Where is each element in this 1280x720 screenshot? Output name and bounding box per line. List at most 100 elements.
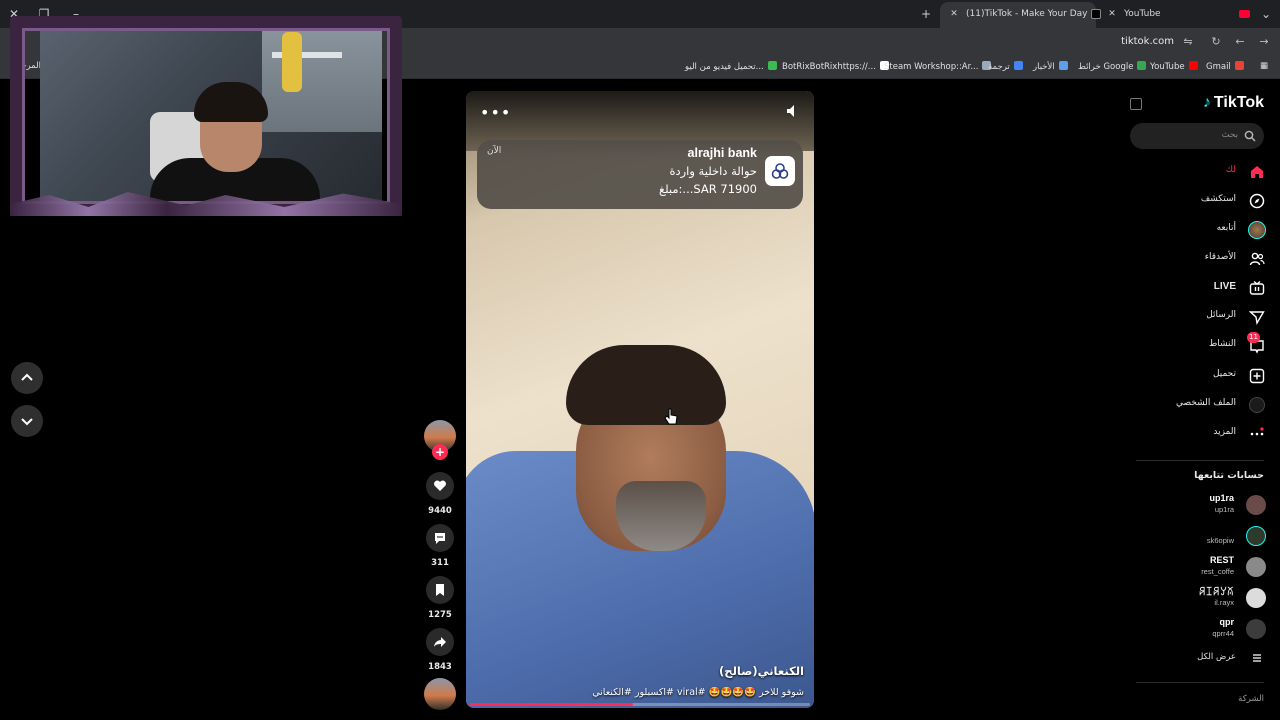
nav-live[interactable]: LIVE — [1116, 277, 1266, 299]
bookmark-item[interactable]: Steam Workshop::Ar... — [884, 61, 992, 72]
nav-label: أتابعه — [1216, 223, 1236, 233]
comment-button[interactable] — [426, 524, 454, 552]
notification-title: حوالة داخلية واردة — [669, 164, 757, 178]
video-progress-bar[interactable] — [470, 703, 810, 706]
nav-upload[interactable]: تحميل — [1116, 365, 1266, 387]
see-all-label: عرض الكل — [1197, 652, 1236, 662]
save-count: 1275 — [428, 610, 452, 620]
youtube-icon — [1188, 61, 1198, 70]
webcam-overlay — [10, 16, 402, 216]
following-account[interactable]: sk6opiw — [1126, 523, 1266, 549]
bookmark-item[interactable]: Gmail — [1206, 61, 1244, 72]
save-button[interactable] — [426, 576, 454, 604]
nav-label: الأصدقاء — [1204, 252, 1236, 262]
screen: ✕ ❐ – + ✕ (11)TikTok - Make Your Day ✕ You… — [0, 0, 1280, 720]
video-author[interactable]: الكنعاني(صالح) — [719, 664, 804, 678]
bookmark-item[interactable]: خرائط Google — [1078, 61, 1147, 72]
nav-label: LIVE — [1213, 281, 1236, 292]
like-button[interactable] — [426, 472, 454, 500]
nav-following[interactable]: أتابعه — [1116, 219, 1266, 241]
avatar — [1246, 619, 1266, 639]
nav-for-you[interactable]: لك — [1116, 161, 1266, 183]
gmail-icon — [1234, 61, 1244, 70]
search-input[interactable]: بحث — [1130, 123, 1264, 149]
share-button[interactable] — [426, 628, 454, 656]
sidebar-divider — [1136, 682, 1264, 683]
collapse-sidebar-icon[interactable] — [1130, 98, 1142, 110]
nav-explore[interactable]: استكشف — [1116, 190, 1266, 212]
url-text[interactable]: tiktok.com — [1121, 36, 1174, 47]
nav-label: استكشف — [1200, 194, 1236, 204]
see-all-link[interactable]: عرض الكل — [1126, 650, 1266, 666]
bookmark-label: تحميل فيديو من اليو... — [685, 62, 764, 72]
nav-activity[interactable]: النشاط 11 — [1116, 332, 1266, 357]
close-tab-icon[interactable]: ✕ — [948, 2, 960, 26]
previous-video-button[interactable] — [11, 362, 43, 394]
maps-icon — [1137, 61, 1147, 70]
apps-grid-icon[interactable]: ▦ — [1260, 61, 1268, 71]
share-count: 1843 — [428, 662, 452, 672]
account-name: REST — [1209, 555, 1234, 565]
avatar — [1246, 557, 1266, 577]
bookmark-label: ترجمة — [988, 62, 1010, 72]
action-bar: + 9440 311 1275 1843 — [424, 420, 456, 710]
tab-title: (11)TikTok - Make Your Day — [966, 9, 1088, 19]
nav-messages[interactable]: الرسائل — [1116, 306, 1266, 328]
bookmark-item[interactable]: الأخبار — [1033, 61, 1068, 72]
account-name: qpr — [1219, 617, 1235, 627]
volume-icon[interactable] — [784, 103, 800, 119]
following-account[interactable]: qpr qprr44 — [1126, 616, 1266, 642]
notification-app: alrajhi bank — [687, 146, 757, 160]
tab-tiktok[interactable]: ✕ (11)TikTok - Make Your Day — [940, 2, 1102, 28]
avatar — [1246, 495, 1266, 515]
account-handle: rest_coffe — [1201, 567, 1234, 576]
tab-youtube[interactable]: ✕ YouTube — [1098, 2, 1228, 28]
reload-icon[interactable]: ↻ — [1208, 34, 1224, 50]
back-icon[interactable]: ← — [1232, 34, 1248, 50]
follow-button[interactable]: + — [432, 444, 448, 460]
logo-text: TikTok — [1213, 94, 1264, 111]
bookmark-item[interactable]: BotRixBotRixhttps://... — [782, 61, 889, 72]
more-options-icon[interactable]: ••• — [480, 103, 511, 122]
friends-icon — [1248, 250, 1266, 268]
tab-search-icon[interactable]: ⌄ — [1258, 6, 1274, 22]
forward-icon[interactable]: → — [1256, 34, 1272, 50]
bookmark-label: خرائط Google — [1078, 62, 1134, 72]
site-settings-icon[interactable]: ⇋ — [1180, 34, 1196, 50]
bookmark-label: BotRixBotRixhttps://... — [782, 62, 876, 72]
new-tab-icon[interactable]: + — [918, 6, 934, 22]
bookmark-item[interactable]: ترجمة — [988, 61, 1023, 72]
send-icon — [1248, 308, 1266, 326]
close-tab-icon[interactable]: ✕ — [1106, 2, 1118, 26]
avatar — [1246, 526, 1266, 546]
video-caption: شوفو للاخر 🤩🤩🤩🤩 #viral #اكسبلور #الكنعان… — [592, 687, 804, 698]
translate-icon — [1013, 61, 1023, 70]
search-icon[interactable] — [1244, 130, 1256, 142]
bank-logo-icon — [765, 156, 795, 186]
nav-friends[interactable]: الأصدقاء — [1116, 248, 1266, 270]
search-placeholder: بحث — [1221, 130, 1238, 140]
bookmark-item[interactable]: تحميل فيديو من اليو... — [685, 61, 777, 72]
tiktok-note-icon: ♪ — [1202, 94, 1211, 111]
next-video-button[interactable] — [11, 405, 43, 437]
nav-profile[interactable]: الملف الشخصي — [1116, 394, 1266, 416]
avatar — [1246, 588, 1266, 608]
webcam-feed — [40, 22, 382, 208]
nav-label: الرسائل — [1206, 310, 1236, 320]
bookmark-label: Steam Workshop::Ar... — [884, 62, 979, 72]
nav-more[interactable]: المزيد — [1116, 423, 1266, 445]
following-account[interactable]: ꋪꀤꋪꌦꊼ il.rayx — [1126, 585, 1266, 611]
notification-amount: مبلغ:...SAR 71900 — [658, 182, 757, 196]
following-account[interactable]: REST rest_coffe — [1126, 554, 1266, 580]
sound-disc-avatar[interactable] — [424, 678, 456, 710]
account-handle: qprr44 — [1212, 629, 1234, 638]
company-link[interactable]: الشركة — [1238, 694, 1264, 704]
notification-time: الآن — [487, 146, 502, 156]
upload-icon — [1248, 367, 1266, 385]
youtube-favicon-icon — [1236, 6, 1252, 22]
tiktok-logo[interactable]: ♪ TikTok — [1203, 94, 1264, 112]
bookmark-item[interactable]: YouTube — [1150, 61, 1198, 72]
following-account[interactable]: up1ra up1ra — [1126, 492, 1266, 518]
video-progress-fill — [470, 703, 634, 706]
bookmark-label: YouTube — [1150, 62, 1185, 72]
